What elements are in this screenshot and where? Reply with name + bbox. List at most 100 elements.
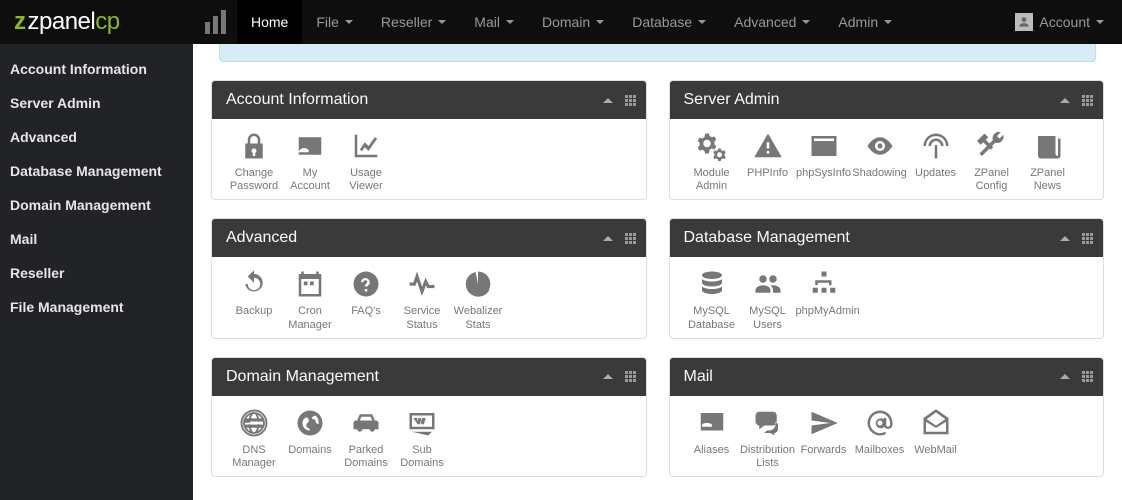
caret-icon <box>596 20 604 24</box>
module-label: PHPInfo <box>740 167 796 193</box>
module-webmail[interactable]: WebMail <box>908 406 964 470</box>
module-label: UsageViewer <box>338 167 394 193</box>
panel-domain-management: Domain Management DNSManagerDomainsParke… <box>211 357 647 477</box>
module-label: DNSManager <box>226 444 282 470</box>
module-label: WebMail <box>908 444 964 470</box>
module-usage-viewer[interactable]: UsageViewer <box>338 129 394 193</box>
nav-database[interactable]: Database <box>618 0 720 44</box>
eye-icon <box>852 129 908 163</box>
envelope-open-icon <box>908 406 964 440</box>
send-icon <box>796 406 852 440</box>
module-module-admin[interactable]: ModuleAdmin <box>684 129 740 193</box>
module-backup[interactable]: Backup <box>226 267 282 331</box>
module-shadowing[interactable]: Shadowing <box>852 129 908 193</box>
caret-icon <box>698 20 706 24</box>
panel-title: Domain Management <box>226 368 379 386</box>
module-cron-manager[interactable]: CronManager <box>282 267 338 331</box>
nav-account[interactable]: Account <box>997 13 1122 31</box>
module-distribution-lists[interactable]: DistributionLists <box>740 406 796 470</box>
panel-account-information: Account Information ChangePasswordMyAcco… <box>211 80 647 200</box>
drag-handle-icon[interactable] <box>625 95 636 106</box>
panel-advanced: Advanced BackupCronManagerFAQ'sServiceSt… <box>211 218 647 338</box>
sidebar-item-mail[interactable]: Mail <box>0 222 193 256</box>
module-label: DistributionLists <box>740 444 796 470</box>
module-forwards[interactable]: Forwards <box>796 406 852 470</box>
drag-handle-icon[interactable] <box>625 233 636 244</box>
users-icon <box>740 267 796 301</box>
sidebar-item-database-management[interactable]: Database Management <box>0 154 193 188</box>
module-mailboxes[interactable]: Mailboxes <box>852 406 908 470</box>
drag-handle-icon[interactable] <box>625 371 636 382</box>
panel-title: Advanced <box>226 229 297 247</box>
sidebar-item-advanced[interactable]: Advanced <box>0 120 193 154</box>
nav-reseller[interactable]: Reseller <box>367 0 460 44</box>
collapse-icon[interactable] <box>603 374 613 379</box>
sidebar-item-reseller[interactable]: Reseller <box>0 256 193 290</box>
chart-line-icon <box>338 129 394 163</box>
module-parked-domains[interactable]: ParkedDomains <box>338 406 394 470</box>
car-icon <box>338 406 394 440</box>
refresh-icon <box>226 267 282 301</box>
caret-icon <box>438 20 446 24</box>
module-aliases[interactable]: Aliases <box>684 406 740 470</box>
panel-title: Account Information <box>226 91 368 109</box>
stats-icon[interactable] <box>193 0 237 44</box>
drag-handle-icon[interactable] <box>1082 371 1093 382</box>
collapse-icon[interactable] <box>603 236 613 241</box>
collapse-icon[interactable] <box>603 98 613 103</box>
module-label: Forwards <box>796 444 852 470</box>
module-domains[interactable]: Domains <box>282 406 338 470</box>
module-zpanel-config[interactable]: ZPanelConfig <box>964 129 1020 193</box>
caret-icon <box>506 20 514 24</box>
nav-advanced[interactable]: Advanced <box>720 0 824 44</box>
caret-icon <box>1096 20 1104 24</box>
brand-logo[interactable]: zzpanelcp <box>0 0 193 44</box>
sidebar-item-file-management[interactable]: File Management <box>0 290 193 324</box>
sidebar-item-domain-management[interactable]: Domain Management <box>0 188 193 222</box>
nav-domain[interactable]: Domain <box>528 0 618 44</box>
drag-handle-icon[interactable] <box>1082 95 1093 106</box>
collapse-icon[interactable] <box>1060 236 1070 241</box>
module-sub-domains[interactable]: SubDomains <box>394 406 450 470</box>
module-service-status[interactable]: ServiceStatus <box>394 267 450 331</box>
sitemap-icon <box>796 267 852 301</box>
broadcast-icon <box>908 129 964 163</box>
module-webalizer-stats[interactable]: WebalizerStats <box>450 267 506 331</box>
chats-icon <box>740 406 796 440</box>
module-zpanel-news[interactable]: ZPanelNews <box>1020 129 1076 193</box>
nav-file[interactable]: File <box>302 0 367 44</box>
module-dns-manager[interactable]: DNSManager <box>226 406 282 470</box>
pulse-icon <box>394 267 450 301</box>
module-updates[interactable]: Updates <box>908 129 964 193</box>
module-label: phpMyAdmin <box>796 305 852 331</box>
nav-admin[interactable]: Admin <box>824 0 906 44</box>
nav-home[interactable]: Home <box>237 0 302 44</box>
pie-icon <box>450 267 506 301</box>
panel-database-management: Database Management MySQLDatabaseMySQLUs… <box>669 218 1105 338</box>
module-label: ParkedDomains <box>338 444 394 470</box>
sidebar-item-account-information[interactable]: Account Information <box>0 52 193 86</box>
nav-mail[interactable]: Mail <box>460 0 528 44</box>
drag-handle-icon[interactable] <box>1082 233 1093 244</box>
module-phpmyadmin[interactable]: phpMyAdmin <box>796 267 852 331</box>
warning-icon <box>740 129 796 163</box>
gears-icon <box>684 129 740 163</box>
calendar-icon <box>282 267 338 301</box>
module-faq-s[interactable]: FAQ's <box>338 267 394 331</box>
module-label: ServiceStatus <box>394 305 450 331</box>
module-label: Backup <box>226 305 282 331</box>
module-mysql-database[interactable]: MySQLDatabase <box>684 267 740 331</box>
module-label: ChangePassword <box>226 167 282 193</box>
module-label: ZPanelNews <box>1020 167 1076 193</box>
panel-title: Server Admin <box>684 91 780 109</box>
module-change-password[interactable]: ChangePassword <box>226 129 282 193</box>
module-my-account[interactable]: MyAccount <box>282 129 338 193</box>
module-mysql-users[interactable]: MySQLUsers <box>740 267 796 331</box>
sidebar-item-server-admin[interactable]: Server Admin <box>0 86 193 120</box>
logo-cp: cp <box>95 8 119 36</box>
lock-icon <box>226 129 282 163</box>
module-phpsysinfo[interactable]: phpSysInfo <box>796 129 852 193</box>
collapse-icon[interactable] <box>1060 374 1070 379</box>
collapse-icon[interactable] <box>1060 98 1070 103</box>
module-phpinfo[interactable]: PHPInfo <box>740 129 796 193</box>
